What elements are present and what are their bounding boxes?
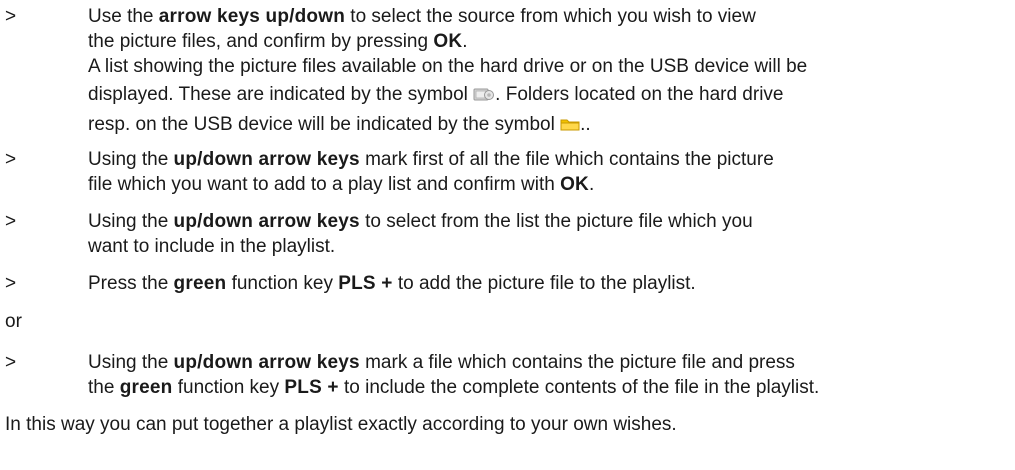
key-arrow-up-down: up/down arrow keys	[173, 352, 360, 373]
step-4: > Press the green function key PLS + to …	[0, 271, 1007, 296]
step-3: > Using the up/down arrow keys to select…	[0, 209, 1007, 259]
instruction-page: > Use the arrow keys up/down to select t…	[0, 0, 1015, 470]
key-ok: OK	[560, 174, 589, 195]
key-ok: OK	[433, 31, 463, 52]
key-arrow-up-down: arrow keys up/down	[158, 6, 346, 27]
or-separator: or	[5, 311, 22, 332]
key-arrow-up-down: up/down arrow keys	[173, 149, 360, 170]
step-marker: >	[5, 211, 17, 232]
step-marker: >	[5, 149, 17, 170]
key-green: green	[173, 273, 227, 294]
step-2: > Using the up/down arrow keys mark firs…	[0, 147, 1007, 197]
picture-file-icon	[473, 84, 495, 109]
step-marker: >	[5, 6, 17, 27]
key-pls-plus: PLS +	[284, 377, 339, 398]
key-green: green	[119, 377, 173, 398]
folder-icon	[560, 114, 580, 139]
step-marker: >	[5, 352, 17, 373]
step-marker: >	[5, 273, 17, 294]
step-1: > Use the arrow keys up/down to select t…	[0, 4, 1007, 139]
key-pls-plus: PLS +	[338, 273, 393, 294]
closing-text: In this way you can put together a playl…	[5, 414, 677, 435]
step-5: > Using the up/down arrow keys mark a fi…	[0, 350, 1007, 400]
key-arrow-up-down: up/down arrow keys	[173, 211, 360, 232]
